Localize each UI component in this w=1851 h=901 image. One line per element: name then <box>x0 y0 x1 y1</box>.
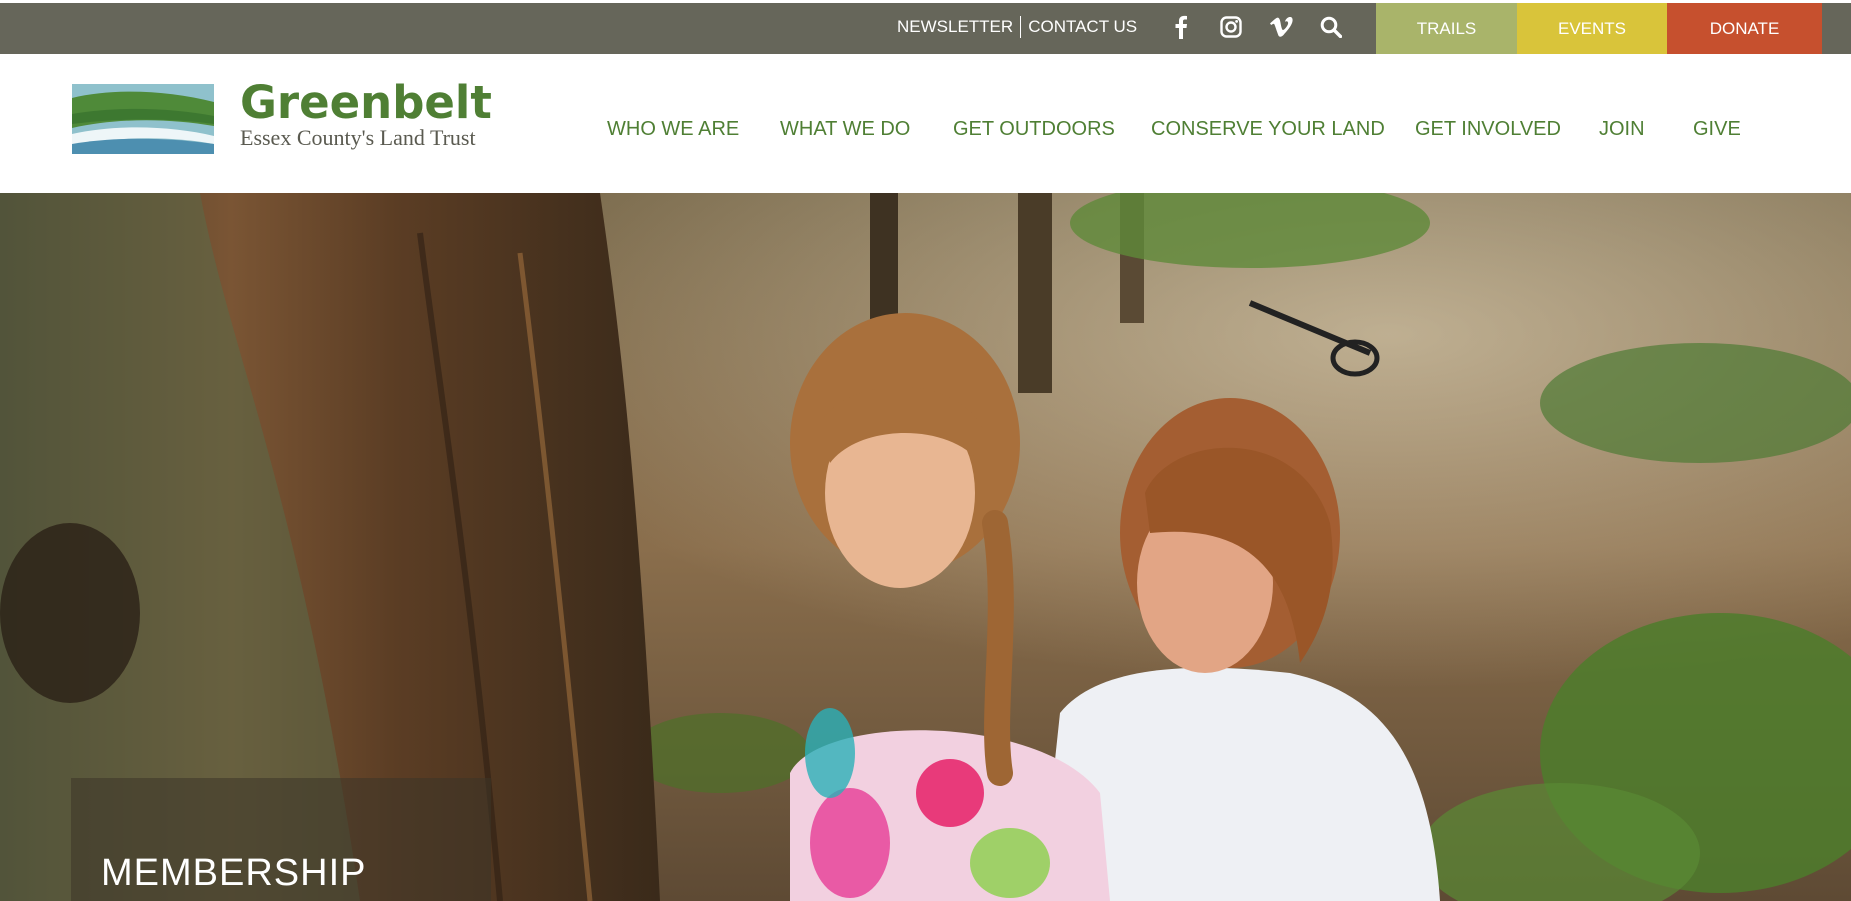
trails-button[interactable]: TRAILS <box>1376 3 1517 54</box>
hero-caption-title: MEMBERSHIP <box>101 852 367 894</box>
nav-who-we-are[interactable]: WHO WE ARE <box>607 118 739 141</box>
newsletter-link[interactable]: NEWSLETTER <box>897 17 1013 37</box>
hero-caption-box[interactable]: MEMBERSHIP <box>71 778 491 901</box>
facebook-icon[interactable] <box>1169 15 1193 39</box>
nav-conserve-your-land[interactable]: CONSERVE YOUR LAND <box>1151 118 1385 141</box>
nav-get-involved[interactable]: GET INVOLVED <box>1415 118 1561 141</box>
nav-join[interactable]: JOIN <box>1599 118 1645 141</box>
nav-get-outdoors[interactable]: GET OUTDOORS <box>953 118 1115 141</box>
main-nav: WHO WE ARE WHAT WE DO GET OUTDOORS CONSE… <box>0 54 1851 193</box>
nav-give[interactable]: GIVE <box>1693 118 1741 141</box>
events-button[interactable]: EVENTS <box>1517 3 1667 54</box>
nav-what-we-do[interactable]: WHAT WE DO <box>780 118 910 141</box>
donate-button[interactable]: DONATE <box>1667 3 1822 54</box>
vimeo-icon[interactable] <box>1269 15 1293 39</box>
link-divider <box>1020 16 1022 38</box>
contact-us-link[interactable]: CONTACT US <box>1028 17 1137 37</box>
search-icon[interactable] <box>1319 15 1343 39</box>
utility-links: NEWSLETTER CONTACT US <box>897 0 1137 54</box>
instagram-icon[interactable] <box>1219 15 1243 39</box>
social-links <box>1169 0 1369 54</box>
